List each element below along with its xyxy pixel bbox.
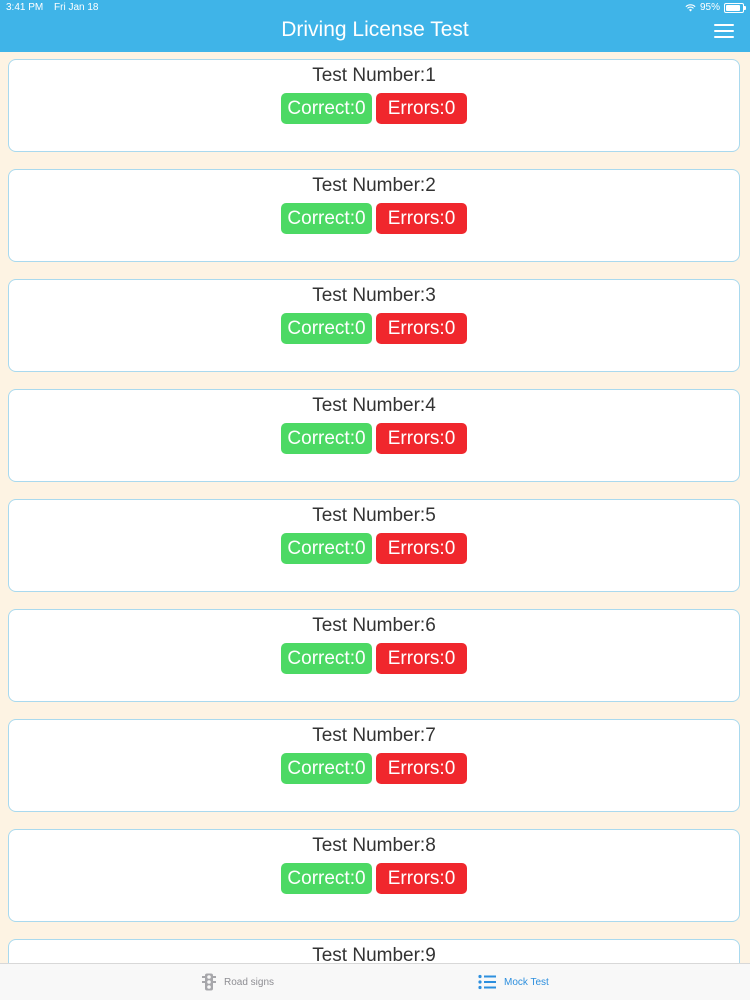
wifi-icon	[685, 3, 696, 12]
errors-count-badge: Errors:0	[376, 93, 467, 124]
test-number-label: Test Number:4	[312, 395, 436, 416]
test-number-label: Test Number:8	[312, 835, 436, 856]
status-bar-left: 3:41 PM Fri Jan 18	[6, 2, 99, 13]
traffic-light-icon	[202, 973, 216, 991]
test-card[interactable]: Test Number:2 Correct:0 Errors:0	[8, 169, 740, 262]
tab-road-signs-label: Road signs	[224, 976, 275, 988]
status-bar-right: 95%	[685, 2, 746, 13]
errors-count-badge: Errors:0	[376, 863, 467, 894]
correct-count-badge: Correct:0	[281, 313, 372, 344]
test-card[interactable]: Test Number:3 Correct:0 Errors:0	[8, 279, 740, 372]
test-number-label: Test Number:3	[312, 285, 436, 306]
correct-count-badge: Correct:0	[281, 753, 372, 784]
test-card[interactable]: Test Number:6 Correct:0 Errors:0	[8, 609, 740, 702]
correct-count-badge: Correct:0	[281, 533, 372, 564]
test-card[interactable]: Test Number:5 Correct:0 Errors:0	[8, 499, 740, 592]
hamburger-menu-icon[interactable]	[714, 24, 734, 39]
app-header: 3:41 PM Fri Jan 18 95% Driving License T…	[0, 0, 750, 52]
correct-count-badge: Correct:0	[281, 643, 372, 674]
tab-road-signs[interactable]: Road signs	[202, 964, 274, 1000]
test-list[interactable]: Test Number:1 Correct:0 Errors:0 Test Numbe…	[0, 52, 750, 963]
tab-mock-test-label: Mock Test	[504, 976, 549, 988]
errors-count-badge: Errors:0	[376, 203, 467, 234]
test-number-label: Test Number:1	[312, 65, 436, 86]
test-score-badges: Correct:0 Errors:0	[9, 313, 739, 344]
test-score-badges: Correct:0 Errors:0	[9, 203, 739, 234]
correct-count-badge: Correct:0	[281, 863, 372, 894]
page-title: Driving License Test	[281, 18, 469, 41]
test-number-label: Test Number:5	[312, 505, 436, 526]
status-date: Fri Jan 18	[54, 2, 99, 13]
test-card[interactable]: Test Number:4 Correct:0 Errors:0	[8, 389, 740, 482]
test-score-badges: Correct:0 Errors:0	[9, 93, 739, 124]
correct-count-badge: Correct:0	[281, 423, 372, 454]
test-score-badges: Correct:0 Errors:0	[9, 863, 739, 894]
tab-mock-test[interactable]: Mock Test	[478, 964, 549, 1000]
errors-count-badge: Errors:0	[376, 753, 467, 784]
errors-count-badge: Errors:0	[376, 533, 467, 564]
test-score-badges: Correct:0 Errors:0	[9, 643, 739, 674]
battery-percent: 95%	[699, 2, 720, 13]
battery-icon	[724, 2, 746, 13]
test-card[interactable]: Test Number:7 Correct:0 Errors:0	[8, 719, 740, 812]
correct-count-badge: Correct:0	[281, 93, 372, 124]
list-icon	[478, 974, 496, 990]
test-card[interactable]: Test Number:1 Correct:0 Errors:0	[8, 59, 740, 152]
errors-count-badge: Errors:0	[376, 423, 467, 454]
test-number-label: Test Number:2	[312, 175, 436, 196]
errors-count-badge: Errors:0	[376, 643, 467, 674]
test-number-label: Test Number:9	[312, 945, 436, 963]
test-number-label: Test Number:7	[312, 725, 436, 746]
tab-bar: Road signs Mock Test	[0, 963, 750, 1000]
test-score-badges: Correct:0 Errors:0	[9, 753, 739, 784]
test-card[interactable]: Test Number:9Correct:0Errors:0	[8, 939, 740, 963]
test-score-badges: Correct:0 Errors:0	[9, 423, 739, 454]
test-score-badges: Correct:0 Errors:0	[9, 533, 739, 564]
errors-count-badge: Errors:0	[376, 313, 467, 344]
status-time: 3:41 PM	[6, 2, 44, 13]
correct-count-badge: Correct:0	[281, 203, 372, 234]
test-number-label: Test Number:6	[312, 615, 436, 636]
test-card[interactable]: Test Number:8 Correct:0 Errors:0	[8, 829, 740, 922]
